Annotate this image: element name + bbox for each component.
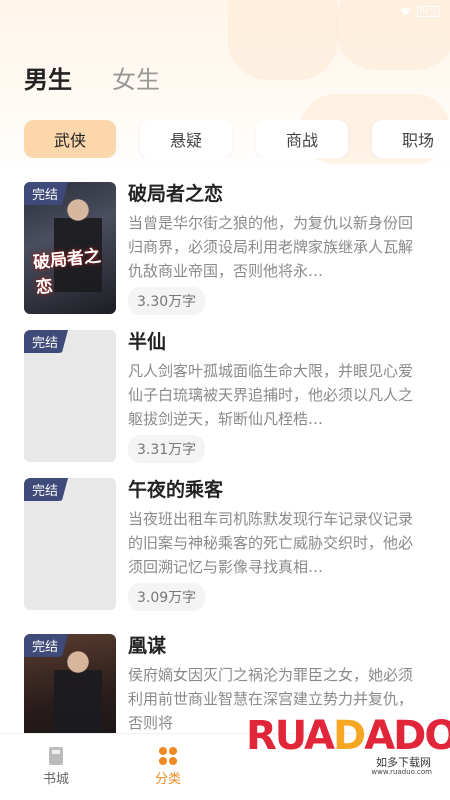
battery-icon: 9x% [416, 6, 440, 17]
word-count: 3.30万字 [128, 286, 206, 315]
word-count: 3.09万字 [128, 582, 206, 611]
book-icon [49, 747, 63, 765]
category-chips: 武侠 悬疑 商战 职场 [24, 120, 450, 158]
book-list: 破局者之恋 完结 破局者之恋 当曾是华尔街之狼的他，为复仇以新身份回归商界，必须… [24, 182, 426, 782]
book-description: 当曾是华尔街之狼的他，为复仇以新身份回归商界，必须设局利用老牌家族继承人瓦解仇敌… [128, 213, 414, 280]
word-count: 3.31万字 [128, 434, 206, 463]
nav-label: 分类 [154, 772, 181, 787]
book-cover[interactable]: 破局者之恋 完结 [24, 182, 116, 314]
watermark-url: www.ruaduo.com [371, 768, 432, 776]
book-title[interactable]: 半仙 [128, 330, 426, 355]
book-item[interactable]: 完结 午夜的乘客 当夜班出租车司机陈默发现行车记录仪记录的旧案与神秘乘客的死亡威… [24, 478, 426, 634]
watermark-logo: RUADADO 如多下载网 www.ruaduo.com [246, 716, 450, 780]
category-icon [159, 747, 177, 765]
book-item[interactable]: 完结 半仙 凡人剑客叶孤城面临生命大限，并眼见心爱仙子白琉璃被天界追捕时，他必须… [24, 330, 426, 478]
book-title[interactable]: 午夜的乘客 [128, 478, 426, 503]
gender-tabs: 男生 女生 [20, 66, 160, 95]
status-badge: 完结 [24, 182, 69, 205]
book-title[interactable]: 破局者之恋 [128, 182, 426, 207]
tab-female[interactable]: 女生 [112, 66, 160, 95]
book-cover[interactable]: 完结 [24, 478, 116, 610]
nav-label: 书城 [42, 772, 69, 787]
chip-wuxia[interactable]: 武侠 [24, 120, 116, 158]
book-cover[interactable]: 完结 [24, 330, 116, 462]
book-description: 凡人剑客叶孤城面临生命大限，并眼见心爱仙子白琉璃被天界追捕时，他必须以凡人之躯拔… [128, 361, 414, 428]
status-badge: 完结 [24, 478, 69, 501]
nav-category[interactable]: 分类 [112, 734, 224, 800]
cover-title-text: 破局者之恋 [32, 246, 102, 299]
book-title[interactable]: 凰谋 [128, 634, 426, 659]
status-bar: 9x% [400, 6, 440, 17]
chip-business[interactable]: 商战 [256, 120, 348, 158]
book-info: 半仙 凡人剑客叶孤城面临生命大限，并眼见心爱仙子白琉璃被天界追捕时，他必须以凡人… [128, 330, 426, 463]
chip-suspense[interactable]: 悬疑 [140, 120, 232, 158]
watermark-brand: RUADADO [246, 713, 450, 759]
status-badge: 完结 [24, 330, 69, 353]
decorative-shape [228, 0, 338, 80]
status-badge: 完结 [24, 634, 69, 657]
wifi-icon [400, 7, 411, 16]
book-item[interactable]: 破局者之恋 完结 破局者之恋 当曾是华尔街之狼的他，为复仇以新身份回归商界，必须… [24, 182, 426, 330]
book-info: 破局者之恋 当曾是华尔街之狼的他，为复仇以新身份回归商界，必须设局利用老牌家族继… [128, 182, 426, 315]
cover-figure [54, 644, 102, 744]
tab-male[interactable]: 男生 [20, 66, 76, 95]
nav-bookstore[interactable]: 书城 [0, 734, 112, 800]
book-info: 午夜的乘客 当夜班出租车司机陈默发现行车记录仪记录的旧案与神秘乘客的死亡威胁交织… [128, 478, 426, 611]
book-description: 当夜班出租车司机陈默发现行车记录仪记录的旧案与神秘乘客的死亡威胁交织时，他必须回… [128, 509, 414, 576]
chip-workplace[interactable]: 职场 [372, 120, 450, 158]
